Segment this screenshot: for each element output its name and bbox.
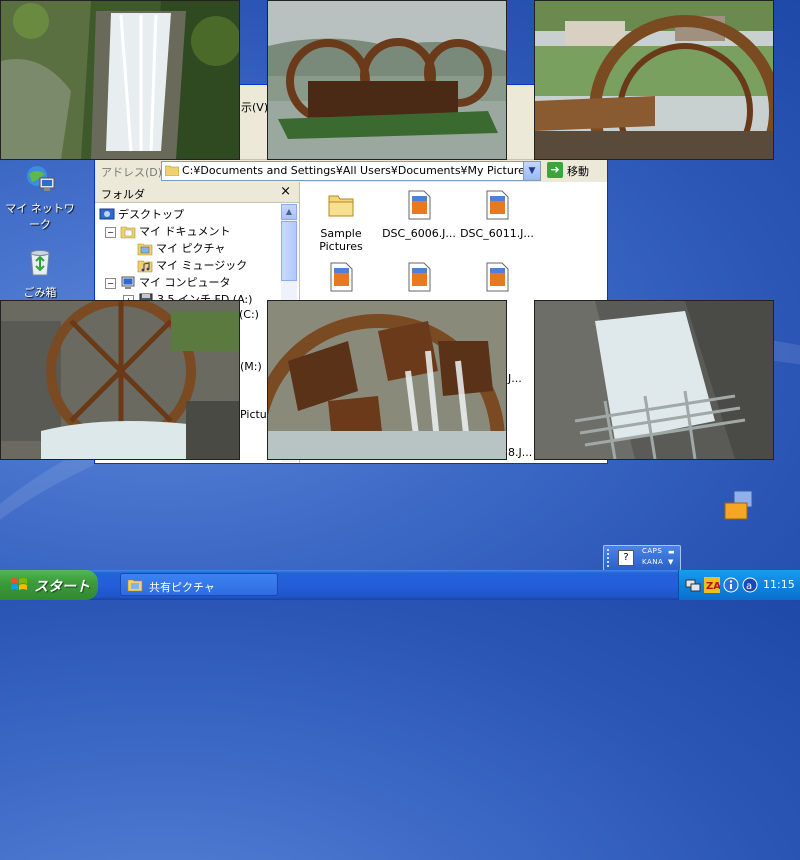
photo-waterwheel-closeup[interactable]	[267, 300, 507, 460]
file-label: DSC_6011.J...	[460, 227, 534, 240]
photo-water-grate[interactable]	[534, 300, 774, 460]
go-arrow-icon: ➜	[547, 162, 563, 178]
recycle-bin-icon	[30, 250, 50, 276]
jpeg-file-icon	[486, 262, 509, 292]
folder-icon	[165, 165, 179, 176]
help-icon[interactable]: ?	[618, 550, 634, 566]
jpeg-file-icon	[408, 262, 431, 292]
folder-pane-header: フォルダ ×	[95, 182, 299, 203]
scroll-thumb[interactable]	[281, 221, 297, 281]
network-tray-icon[interactable]	[685, 577, 701, 593]
folder-icon	[328, 195, 354, 217]
desktop-icon-label: ごみ箱	[23, 286, 57, 299]
network-icon	[27, 166, 55, 191]
tree-item-my-computer[interactable]: − マイ コンピュータ	[105, 274, 231, 290]
file-item-dsc-6011[interactable]: DSC_6011.J...	[460, 190, 534, 240]
view-menu-fragment[interactable]: 示(V)	[241, 99, 268, 115]
start-label: スタート	[34, 579, 90, 595]
address-input[interactable]: C:¥Documents and Settings¥All Users¥Docu…	[161, 161, 541, 181]
my-pictures-icon	[137, 243, 153, 256]
jpeg-file-icon	[486, 190, 509, 220]
photo-waterfall[interactable]	[0, 0, 240, 160]
file-label: Sample Pictures	[319, 227, 363, 253]
file-item[interactable]	[304, 262, 378, 299]
tree-item-label: マイ ピクチャ	[156, 242, 226, 255]
drive-m-fragment: (M:)	[240, 360, 262, 373]
desktop-icon-recycle-bin[interactable]: ごみ箱	[0, 246, 80, 300]
photo-waterfall-image	[1, 1, 239, 159]
folder-icon	[127, 579, 143, 592]
system-tray: ZA a 11:15	[678, 570, 800, 600]
file-item-sample-pictures[interactable]: Sample Pictures	[304, 190, 378, 253]
photo-waterwheel-village[interactable]	[534, 0, 774, 160]
tree-item-desktop[interactable]: デスクトップ	[99, 206, 184, 222]
tree-item-label: マイ コンピュータ	[139, 276, 231, 289]
taskbar: スタート 共有ピクチャ ZA a 11:15	[0, 570, 800, 600]
tree-item-label: マイ ドキュメント	[139, 225, 231, 238]
language-bar-options-icon[interactable]: ▬ ▼	[668, 547, 675, 567]
svg-text:a: a	[746, 581, 752, 592]
drive-c-fragment: (C:)	[239, 308, 259, 321]
language-bar[interactable]: ? CAPS KANA ▬ ▼	[603, 545, 681, 571]
photo-waterwheel-stone-channel-image	[1, 301, 239, 459]
language-bar-grip[interactable]	[607, 549, 612, 567]
desktop-icon-my-network[interactable]: マイ ネットワーク	[0, 162, 80, 232]
photo-waterwheel-stone-channel[interactable]	[0, 300, 240, 460]
photo-three-waterwheels[interactable]	[267, 0, 507, 160]
collapse-icon[interactable]: −	[105, 226, 116, 238]
folder-pane-title: フォルダ	[101, 188, 145, 201]
taskbar-item-label: 共有ピクチャ	[149, 581, 215, 594]
my-computer-icon	[121, 276, 135, 289]
caps-indicator: CAPS	[642, 547, 663, 555]
kana-indicator: KANA	[642, 558, 664, 566]
start-button[interactable]: スタート	[0, 570, 98, 600]
info-icon[interactable]	[723, 577, 739, 593]
file-label: DSC_6006.J...	[382, 227, 456, 240]
svg-text:ZA: ZA	[706, 581, 720, 592]
my-documents-icon	[120, 226, 136, 239]
tree-item-my-music[interactable]: マイ ミュージック	[137, 257, 247, 273]
file-item[interactable]	[460, 262, 534, 299]
scroll-up-arrow-icon[interactable]: ▲	[281, 204, 297, 220]
photo-waterwheel-village-image	[535, 1, 773, 159]
address-bar: アドレス(D) C:¥Documents and Settings¥All Us…	[95, 160, 607, 183]
photo-waterwheel-closeup-image	[268, 301, 506, 459]
desktop-icon	[99, 208, 115, 220]
jpeg-file-icon	[330, 262, 353, 292]
go-label: 移動	[567, 165, 589, 178]
windows-flag-icon	[11, 578, 27, 590]
address-label: アドレス(D)	[101, 166, 163, 179]
go-button[interactable]: ➜ 移動	[545, 161, 603, 179]
file-label-fragment: J...	[508, 372, 522, 385]
tree-item-my-documents[interactable]: − マイ ドキュメント	[105, 223, 231, 239]
photo-three-waterwheels-image	[268, 1, 506, 159]
photo-water-grate-image	[535, 301, 773, 459]
collapse-icon[interactable]: −	[105, 277, 116, 289]
file-item[interactable]	[382, 262, 456, 299]
desktop-icon-label: マイ ネットワーク	[5, 202, 75, 231]
clock[interactable]: 11:15	[763, 578, 795, 591]
file-label-fragment: 8.J...	[508, 446, 533, 459]
tree-item-label: デスクトップ	[118, 208, 184, 221]
file-item-dsc-6006[interactable]: DSC_6006.J...	[382, 190, 456, 240]
jpeg-file-icon	[408, 190, 431, 220]
taskbar-item-shared-pictures[interactable]: 共有ピクチャ	[120, 573, 278, 596]
tree-item-label: マイ ミュージック	[156, 259, 248, 272]
antivirus-icon[interactable]: a	[742, 577, 758, 593]
address-value: C:¥Documents and Settings¥All Users¥Docu…	[182, 164, 531, 177]
folder-pane-close-button[interactable]: ×	[280, 184, 291, 199]
address-dropdown-button[interactable]: ▼	[523, 162, 540, 180]
display-switch-icon[interactable]	[724, 489, 754, 521]
my-music-icon	[137, 260, 153, 273]
tree-item-my-pictures[interactable]: マイ ピクチャ	[137, 240, 225, 256]
zonealarm-icon[interactable]: ZA	[704, 577, 720, 593]
